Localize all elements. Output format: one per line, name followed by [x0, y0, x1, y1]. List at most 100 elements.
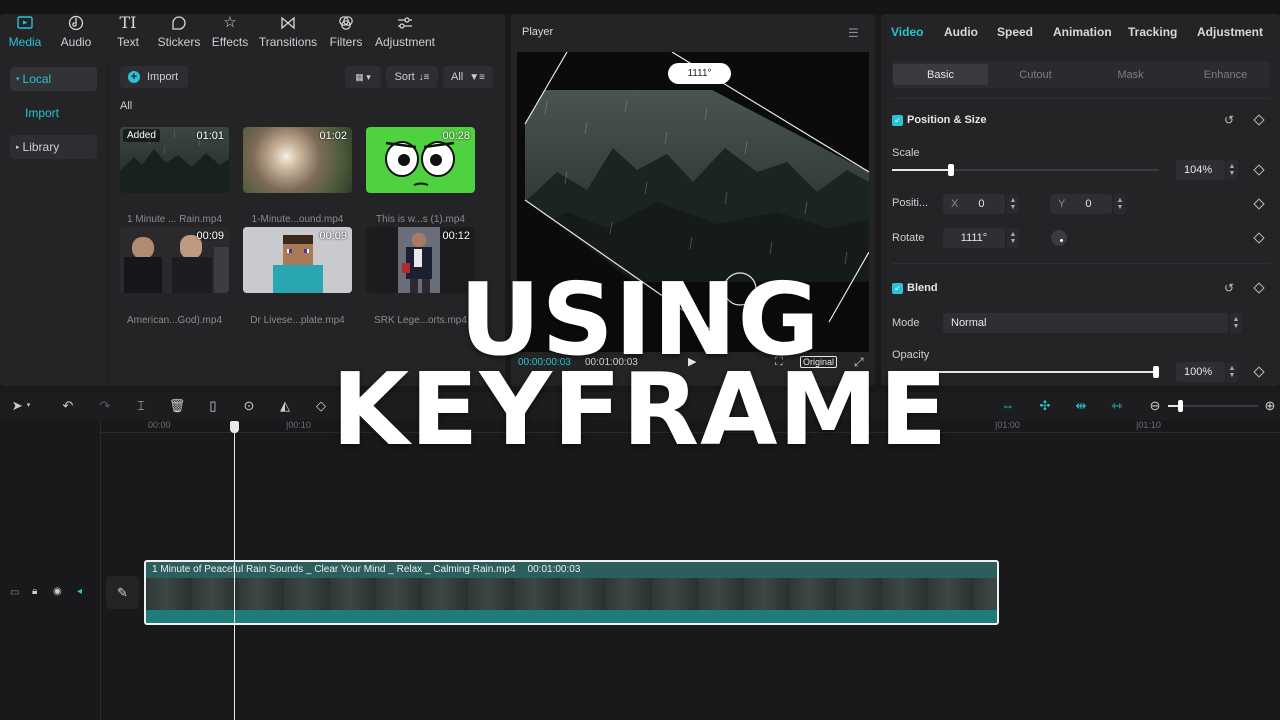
sidebar-item-local[interactable]: ▾ Local: [10, 67, 97, 91]
clip-filmstrip: [146, 578, 997, 610]
effects-icon: ☆: [223, 14, 237, 31]
sidebar-item-library[interactable]: ▸ Library: [10, 135, 97, 159]
sort-button[interactable]: Sort ↓≡: [386, 66, 438, 88]
import-button[interactable]: + Import: [120, 66, 188, 88]
tab-audio[interactable]: Audio: [60, 14, 92, 54]
x-value: 0: [978, 198, 985, 210]
text-icon: TI: [119, 13, 137, 32]
subtab-basic[interactable]: Basic: [893, 64, 988, 85]
tab-stickers-label: Stickers: [157, 35, 201, 49]
filters-icon: [337, 15, 355, 31]
tab-speed[interactable]: Speed: [997, 25, 1033, 39]
media-thumb-1[interactable]: Added 01:01: [120, 127, 229, 193]
position-x-stepper[interactable]: ▲ ▼: [1007, 194, 1019, 214]
tab-adjustment-props[interactable]: Adjustment: [1197, 25, 1263, 39]
scale-slider-fill: [892, 169, 951, 171]
tab-adjustment-label: Adjustment: [374, 35, 436, 49]
tab-animation[interactable]: Animation: [1053, 25, 1112, 39]
media-duration: 00:09: [196, 230, 224, 242]
tab-effects-label: Effects: [211, 35, 249, 49]
rotate-stepper[interactable]: ▲ ▼: [1007, 228, 1019, 248]
tab-text-label: Text: [116, 35, 139, 49]
position-y-input[interactable]: Y0: [1050, 194, 1112, 214]
position-y-stepper[interactable]: ▲ ▼: [1114, 194, 1126, 214]
scale-label: Scale: [892, 147, 920, 159]
cover-icon[interactable]: ▭: [10, 587, 19, 598]
audio-mute-icon[interactable]: ◂: [77, 586, 82, 597]
eye-icon[interactable]: ◉: [53, 586, 62, 597]
media-thumb-2[interactable]: 01:02: [243, 127, 352, 193]
tab-stickers[interactable]: Stickers: [157, 14, 201, 54]
keyframe-diamond-icon[interactable]: [1253, 114, 1265, 126]
media-section-label: All: [120, 100, 133, 112]
lock-icon[interactable]: 🔒︎: [32, 586, 37, 597]
filter-label: All: [451, 71, 464, 83]
filter-icon: ▼≡: [469, 71, 485, 83]
view-mode-button[interactable]: ▦ ▾: [345, 66, 381, 88]
capcut-window: Media Audio TI Text Stickers ☆ Effects T…: [0, 0, 1280, 720]
clip-waveform: [146, 610, 997, 623]
rotate-input[interactable]: 1111°: [943, 228, 1005, 248]
transitions-icon: [279, 15, 297, 31]
scale-slider-handle[interactable]: [947, 164, 954, 176]
keyframe-diamond-icon[interactable]: [1253, 198, 1265, 210]
sidebar-item-import[interactable]: Import: [10, 101, 97, 125]
menu-icon[interactable]: ☰: [848, 26, 859, 40]
position-x-input[interactable]: X0: [943, 194, 1005, 214]
scale-input[interactable]: 104%: [1176, 160, 1225, 180]
y-value: 0: [1085, 198, 1092, 210]
media-thumb-3[interactable]: 00:28: [366, 127, 475, 193]
y-label: Y: [1058, 198, 1066, 210]
tab-effects[interactable]: ☆ Effects: [211, 14, 249, 54]
media-duration: 01:01: [196, 130, 224, 142]
tab-transitions[interactable]: Transitions: [259, 14, 317, 54]
position-label: Positi...: [892, 197, 929, 209]
tab-audio-props[interactable]: Audio: [944, 25, 978, 39]
rotate-label: Rotate: [892, 232, 925, 244]
media-duration: 00:09: [319, 230, 347, 242]
clip-duration: 00:01:00:03: [527, 564, 581, 575]
title-bar: [0, 0, 1280, 14]
tab-tracking[interactable]: Tracking: [1128, 25, 1177, 39]
sort-label: Sort: [394, 71, 415, 83]
playhead-line[interactable]: [234, 427, 235, 720]
track-header-divider: [100, 420, 101, 720]
rotation-badge: 1111°: [668, 63, 731, 84]
audio-icon: [67, 15, 85, 31]
reset-icon[interactable]: ↺: [1224, 113, 1234, 127]
plus-circle-icon: +: [128, 71, 140, 83]
subtab-cutout[interactable]: Cutout: [988, 64, 1083, 85]
media-name: 1-Minute...ound.mp4: [251, 214, 344, 225]
clip-name: 1 Minute of Peaceful Rain Sounds _ Clear…: [152, 564, 516, 575]
rotate-dial-icon[interactable]: [1051, 230, 1067, 246]
x-label: X: [951, 198, 959, 210]
tab-video[interactable]: Video: [891, 25, 923, 39]
adjustment-icon: [396, 15, 414, 31]
keyframe-diamond-icon[interactable]: [1253, 164, 1265, 176]
media-name: This is w...s (1).mp4: [376, 214, 465, 225]
subtab-mask[interactable]: Mask: [1083, 64, 1178, 85]
filter-button[interactable]: All ▼≡: [443, 66, 493, 88]
sidebar-library-label: Library: [22, 140, 60, 154]
pencil-icon: ✎: [117, 584, 128, 600]
tab-transitions-label: Transitions: [258, 35, 318, 49]
media-duration: 00:12: [442, 230, 470, 242]
overlay-title-line2: KEYFRAME: [331, 351, 949, 468]
tab-filters[interactable]: Filters: [329, 14, 363, 54]
scale-stepper[interactable]: ▲ ▼: [1226, 160, 1238, 180]
import-button-label: Import: [147, 71, 179, 83]
tab-text[interactable]: TI Text: [113, 14, 143, 54]
position-size-title: Position & Size: [907, 114, 987, 126]
tab-media[interactable]: Media: [8, 14, 42, 54]
subtab-enhance[interactable]: Enhance: [1178, 64, 1273, 85]
clip-title: 1 Minute of Peaceful Rain Sounds _ Clear…: [152, 564, 580, 575]
tab-filters-label: Filters: [329, 35, 363, 49]
media-duration: 00:28: [442, 130, 470, 142]
media-duration: 01:02: [319, 130, 347, 142]
keyframe-diamond-icon[interactable]: [1253, 232, 1265, 244]
tab-adjustment[interactable]: Adjustment: [374, 14, 436, 54]
video-clip[interactable]: 1 Minute of Peaceful Rain Sounds _ Clear…: [144, 560, 999, 625]
edit-cover-button[interactable]: ✎: [106, 576, 139, 609]
scale-slider[interactable]: [892, 164, 1159, 176]
position-size-checkbox[interactable]: ✓: [892, 115, 903, 126]
